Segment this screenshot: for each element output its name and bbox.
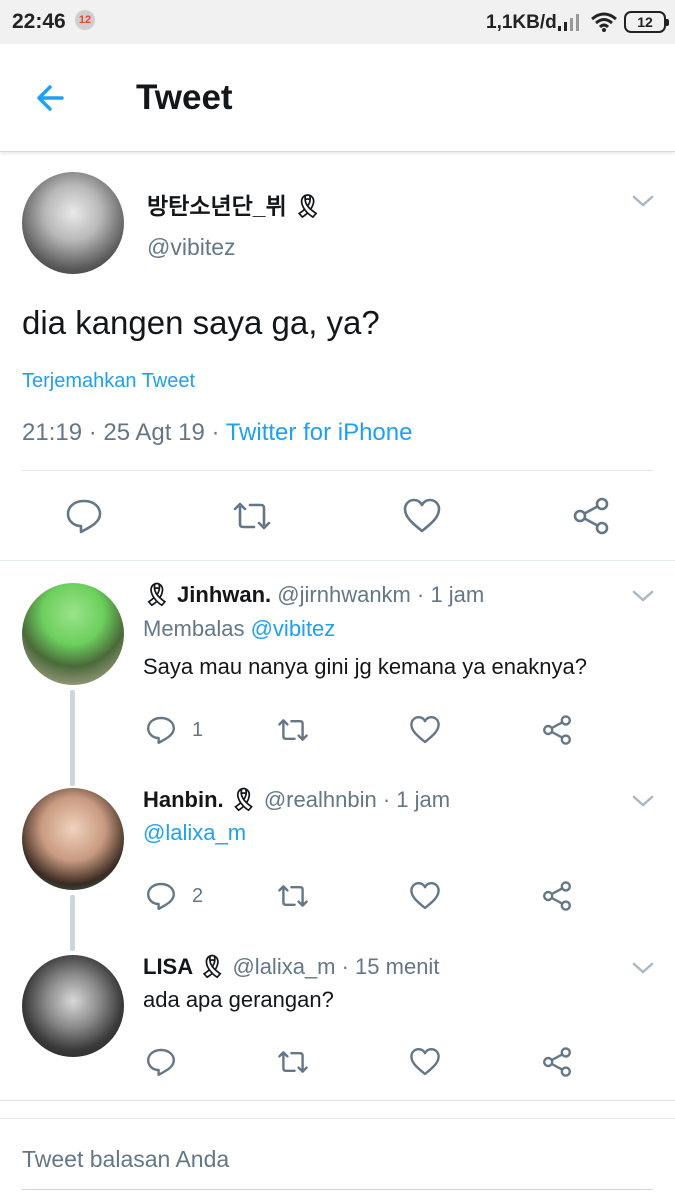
reply-count: 1 xyxy=(192,719,204,741)
like-icon[interactable] xyxy=(402,496,442,536)
avatar[interactable] xyxy=(22,788,124,890)
reply-icon[interactable] xyxy=(145,714,177,746)
reply-time: · 15 menit xyxy=(335,954,440,979)
reply-icon[interactable] xyxy=(64,496,104,536)
like-icon[interactable] xyxy=(409,714,441,746)
top-app-bar: Tweet xyxy=(0,44,675,152)
reply-author-handle[interactable]: @lalixa_m xyxy=(232,954,335,979)
reply-compose-input[interactable]: Tweet balasan Anda xyxy=(22,1146,653,1190)
retweet-icon[interactable] xyxy=(277,1046,309,1078)
share-icon[interactable] xyxy=(571,496,611,536)
reply-header: 🎗 Jinhwan. @jirnhwankm · 1 jam xyxy=(143,582,484,608)
divider xyxy=(0,1118,675,1119)
chevron-down-icon[interactable] xyxy=(631,193,655,209)
thread-connector xyxy=(70,895,75,951)
thread-connector xyxy=(70,690,75,786)
reply-header: LISA 🎗 @lalixa_m · 15 menit xyxy=(143,954,439,980)
reply-icon[interactable] xyxy=(145,1046,177,1078)
reply-text[interactable]: @lalixa_m xyxy=(143,820,246,846)
avatar[interactable] xyxy=(22,583,124,685)
reply-author-name[interactable]: 🎗 Jinhwan. xyxy=(143,582,271,607)
share-icon[interactable] xyxy=(541,714,573,746)
tweet-meta: 21:19 · 25 Agt 19 · Twitter for iPhone xyxy=(22,419,412,447)
divider xyxy=(22,470,653,471)
reply-author-handle[interactable]: @realhnbin xyxy=(264,787,377,812)
wifi-icon xyxy=(590,11,618,33)
retweet-icon[interactable] xyxy=(277,714,309,746)
tweet-author-name[interactable]: 방탄소년단_뷔 🎗 xyxy=(147,187,322,221)
notification-badge: 12 xyxy=(75,10,95,30)
share-icon[interactable] xyxy=(541,1046,573,1078)
reply-text: Saya mau nanya gini jg kemana ya enaknya… xyxy=(143,654,587,679)
reply-time: · 1 jam xyxy=(410,582,485,607)
chevron-down-icon[interactable] xyxy=(631,793,655,809)
network-speed: 1,1KB/d xyxy=(486,12,557,33)
retweet-icon[interactable] xyxy=(232,496,272,536)
chevron-down-icon[interactable] xyxy=(631,960,655,976)
reply-header: Hanbin. 🎗 @realhnbin · 1 jam xyxy=(143,787,450,813)
tweet-text: dia kangen saya ga, ya? xyxy=(22,304,380,341)
reply-author-name[interactable]: LISA 🎗 xyxy=(143,954,226,979)
divider xyxy=(0,1100,675,1101)
battery-indicator: 12 xyxy=(624,11,669,33)
translate-tweet-link[interactable]: Terjemahkan Tweet xyxy=(22,370,195,393)
mention-link[interactable]: @vibitez xyxy=(251,616,336,641)
retweet-icon[interactable] xyxy=(277,880,309,912)
reply-author-name[interactable]: Hanbin. 🎗 xyxy=(143,787,258,812)
signal-icon xyxy=(556,12,584,32)
reply-author-handle[interactable]: @jirnhwankm xyxy=(277,582,411,607)
page-title: Tweet xyxy=(136,78,233,117)
reply-time: · 1 jam xyxy=(376,787,451,812)
tweet-source-link[interactable]: Twitter for iPhone xyxy=(226,419,413,446)
status-time: 22:46 xyxy=(12,10,66,33)
back-arrow-icon[interactable] xyxy=(30,80,74,116)
chevron-down-icon[interactable] xyxy=(631,588,655,604)
reply-icon[interactable] xyxy=(145,880,177,912)
reply-text: ada apa gerangan? xyxy=(143,987,334,1012)
tweet-timestamp: 21:19 · 25 Agt 19 · xyxy=(22,419,226,446)
avatar[interactable] xyxy=(22,172,124,274)
tweet-author-handle[interactable]: @vibitez xyxy=(147,234,236,261)
status-bar: 22:46 12 1,1KB/d 12 xyxy=(0,0,675,44)
replying-to: Membalas @vibitez xyxy=(143,616,336,641)
avatar[interactable] xyxy=(22,955,124,1057)
like-icon[interactable] xyxy=(409,1046,441,1078)
reply-count: 2 xyxy=(192,885,204,907)
like-icon[interactable] xyxy=(409,880,441,912)
share-icon[interactable] xyxy=(541,880,573,912)
divider xyxy=(0,560,675,561)
